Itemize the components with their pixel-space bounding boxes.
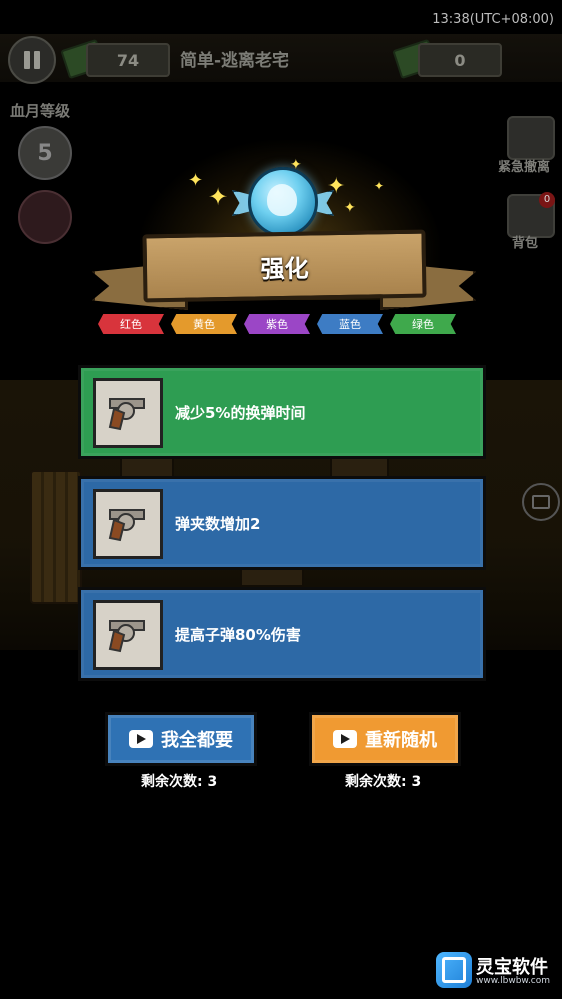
sparkle-icon: ✦ [374, 179, 385, 193]
upgrade-option-card[interactable]: 减少5%的换弹时间 [78, 365, 486, 459]
revolver-icon [93, 378, 163, 448]
revolver-icon [93, 600, 163, 670]
title-banner: 强化 [142, 229, 427, 303]
backpack-label: 背包 [512, 236, 539, 251]
sparkle-icon: ✦ [344, 200, 356, 216]
rarity-tag-purple: 紫色 [244, 314, 310, 334]
pause-icon [24, 51, 30, 69]
pause-button[interactable] [8, 36, 56, 84]
emergency-exit-label: 紧急撤离 [498, 160, 551, 175]
weapon-slot[interactable] [18, 190, 72, 244]
upgrade-orb-icon [248, 167, 318, 237]
reroll-label: 重新随机 [365, 730, 437, 751]
wooden-door [30, 470, 82, 604]
blood-moon-level-badge[interactable]: 5 [18, 126, 72, 180]
reroll-remaining: 剩余次数: 3 [345, 774, 422, 790]
watermark-url: www.lbwbw.com [476, 976, 551, 986]
upgrade-option-text: 减少5%的换弹时间 [175, 403, 306, 422]
upgrade-option-text: 提高子弹80%伤害 [175, 625, 301, 644]
blood-moon-level-value: 5 [37, 140, 53, 166]
sparkle-icon: ✦ [188, 170, 204, 191]
logo-glyph [442, 957, 466, 983]
video-ad-icon [333, 730, 357, 748]
right-money-value: 0 [454, 50, 466, 70]
side-video-button[interactable] [522, 483, 560, 521]
watermark-logo-icon [436, 952, 472, 988]
take-all-button[interactable]: 我全都要 [105, 712, 257, 766]
revolver-icon [108, 620, 145, 653]
reroll-button[interactable]: 重新随机 [309, 712, 461, 766]
sparkle-icon: ✦ [290, 157, 302, 173]
level-title: 简单-逃离老宅 [180, 51, 290, 71]
emergency-exit-button[interactable] [507, 116, 555, 160]
skull-icon [267, 184, 297, 216]
sparkle-icon: ✦ [208, 183, 229, 211]
left-money-value: 74 [116, 50, 140, 70]
right-money-counter: 0 [418, 43, 502, 77]
modal-title: 强化 [260, 254, 309, 283]
take-all-label: 我全都要 [161, 730, 233, 751]
rarity-tag-green: 绿色 [390, 314, 456, 334]
blood-moon-label: 血月等级 [10, 102, 71, 120]
upgrade-option-card[interactable]: 提高子弹80%伤害 [78, 587, 486, 681]
revolver-icon [108, 398, 145, 431]
sparkle-icon: ✦ [327, 174, 346, 199]
upgrade-option-text: 弹夹数增加2 [175, 514, 261, 533]
left-money-counter: 74 [86, 43, 170, 77]
video-icon [532, 495, 550, 509]
status-time: 13:38(UTC+08:00) [432, 12, 554, 27]
rarity-tag-red: 红色 [98, 314, 164, 334]
upgrade-option-card[interactable]: 弹夹数增加2 [78, 476, 486, 570]
take-all-remaining: 剩余次数: 3 [141, 774, 218, 790]
pause-icon [34, 51, 40, 69]
backpack-badge: 0 [539, 192, 555, 208]
rarity-tag-yellow: 黄色 [171, 314, 237, 334]
rarity-legend: 红色 黄色 紫色 蓝色 绿色 [98, 314, 468, 336]
revolver-icon [108, 509, 145, 542]
video-ad-icon [129, 730, 153, 748]
rarity-tag-blue: 蓝色 [317, 314, 383, 334]
revolver-icon [93, 489, 163, 559]
